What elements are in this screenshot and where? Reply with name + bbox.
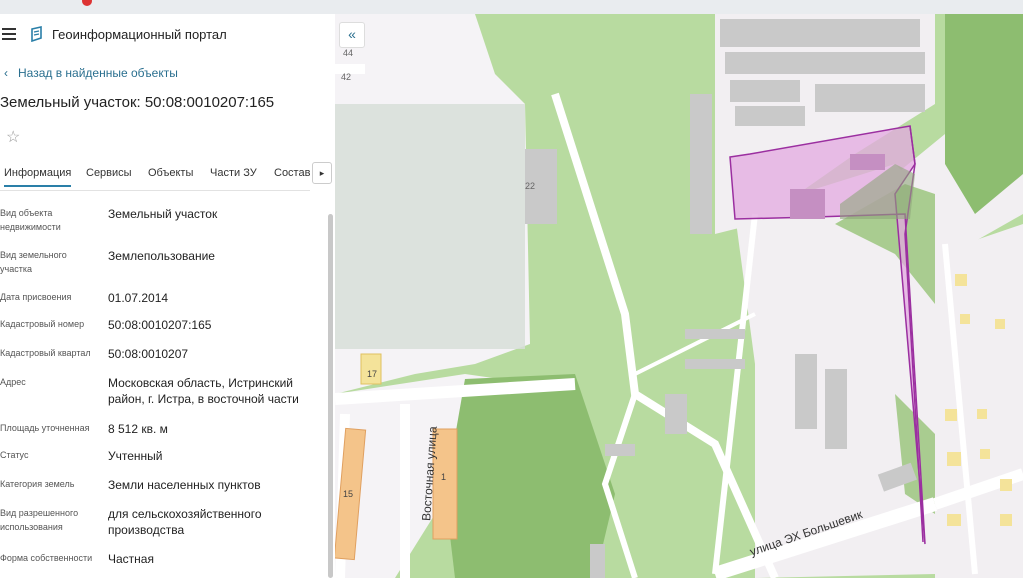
info-label: Вид объекта недвижимости	[0, 208, 61, 232]
chevron-left-icon: ‹	[4, 66, 8, 80]
map-canvas[interactable]	[335, 14, 1023, 578]
tab-bar: Информация Сервисы Объекты Части ЗУ Сост…	[0, 162, 335, 190]
portal-title: Геоинформационный портал	[52, 27, 227, 42]
house-number-22: 22	[525, 181, 536, 191]
object-title: Земельный участок: 50:08:0010207:165	[0, 94, 275, 111]
info-label: Форма собственности	[0, 553, 93, 563]
tab-indicator-icon	[82, 0, 92, 6]
tab-information[interactable]: Информация	[4, 167, 72, 187]
tabs-divider	[0, 190, 310, 191]
info-label: Статус	[0, 450, 29, 460]
tabs-scroll-right-icon[interactable]: ▸	[312, 162, 332, 184]
house-number-15: 15	[343, 489, 354, 499]
portal-header: Геоинформационный портал	[0, 14, 335, 54]
tab-parts[interactable]: Части ЗУ	[210, 167, 257, 179]
house-number-42: 42	[341, 72, 352, 82]
house-number-17: 17	[367, 369, 378, 379]
browser-address-strip	[0, 0, 1023, 14]
map-view[interactable]: 46 44 42 22 17 15 1 Восточная улица улиц…	[335, 14, 1023, 578]
house-number-1: 1	[441, 472, 447, 482]
info-value: 01.07.2014	[108, 291, 169, 305]
info-panel: Геоинформационный портал ‹ Назад в найден…	[0, 14, 335, 578]
info-label: Кадастровый квартал	[0, 348, 91, 358]
info-value: Учтенный	[108, 449, 163, 463]
info-label: Дата присвоения	[0, 292, 72, 302]
back-to-results-link[interactable]: ‹ Назад в найденные объекты	[4, 66, 178, 80]
collapse-panel-icon[interactable]: «	[339, 22, 365, 48]
info-value: 8 512 кв. м	[108, 422, 168, 436]
info-value: Частная	[108, 552, 154, 566]
back-link-label: Назад в найденные объекты	[18, 66, 178, 80]
info-value: для сельскохозяйственного производства	[108, 507, 262, 537]
info-label: Вид разрешенного использования	[0, 508, 79, 532]
house-number-44: 44	[343, 48, 354, 58]
info-label: Категория земель	[0, 479, 75, 489]
tab-composition[interactable]: Состав	[274, 167, 310, 179]
favorite-star-icon[interactable]: ☆	[6, 127, 20, 147]
tab-services[interactable]: Сервисы	[86, 167, 132, 179]
info-value: 50:08:0010207:165	[108, 318, 212, 332]
portal-logo-icon	[31, 26, 42, 42]
tab-objects[interactable]: Объекты	[148, 167, 193, 179]
info-value: Земельный участок	[108, 207, 218, 221]
info-label: Кадастровый номер	[0, 319, 85, 329]
info-value: Земли населенных пунктов	[108, 478, 261, 492]
info-label: Площадь уточненная	[0, 423, 90, 433]
hamburger-menu-icon[interactable]	[2, 28, 16, 40]
info-value: 50:08:0010207	[108, 347, 189, 361]
info-scrollbar[interactable]	[328, 214, 333, 578]
info-value: Землепользование	[108, 249, 215, 263]
info-label: Адрес	[0, 377, 26, 387]
info-value: Московская область, Истринский район, г.…	[108, 376, 299, 406]
info-label: Вид земельного участка	[0, 250, 67, 274]
